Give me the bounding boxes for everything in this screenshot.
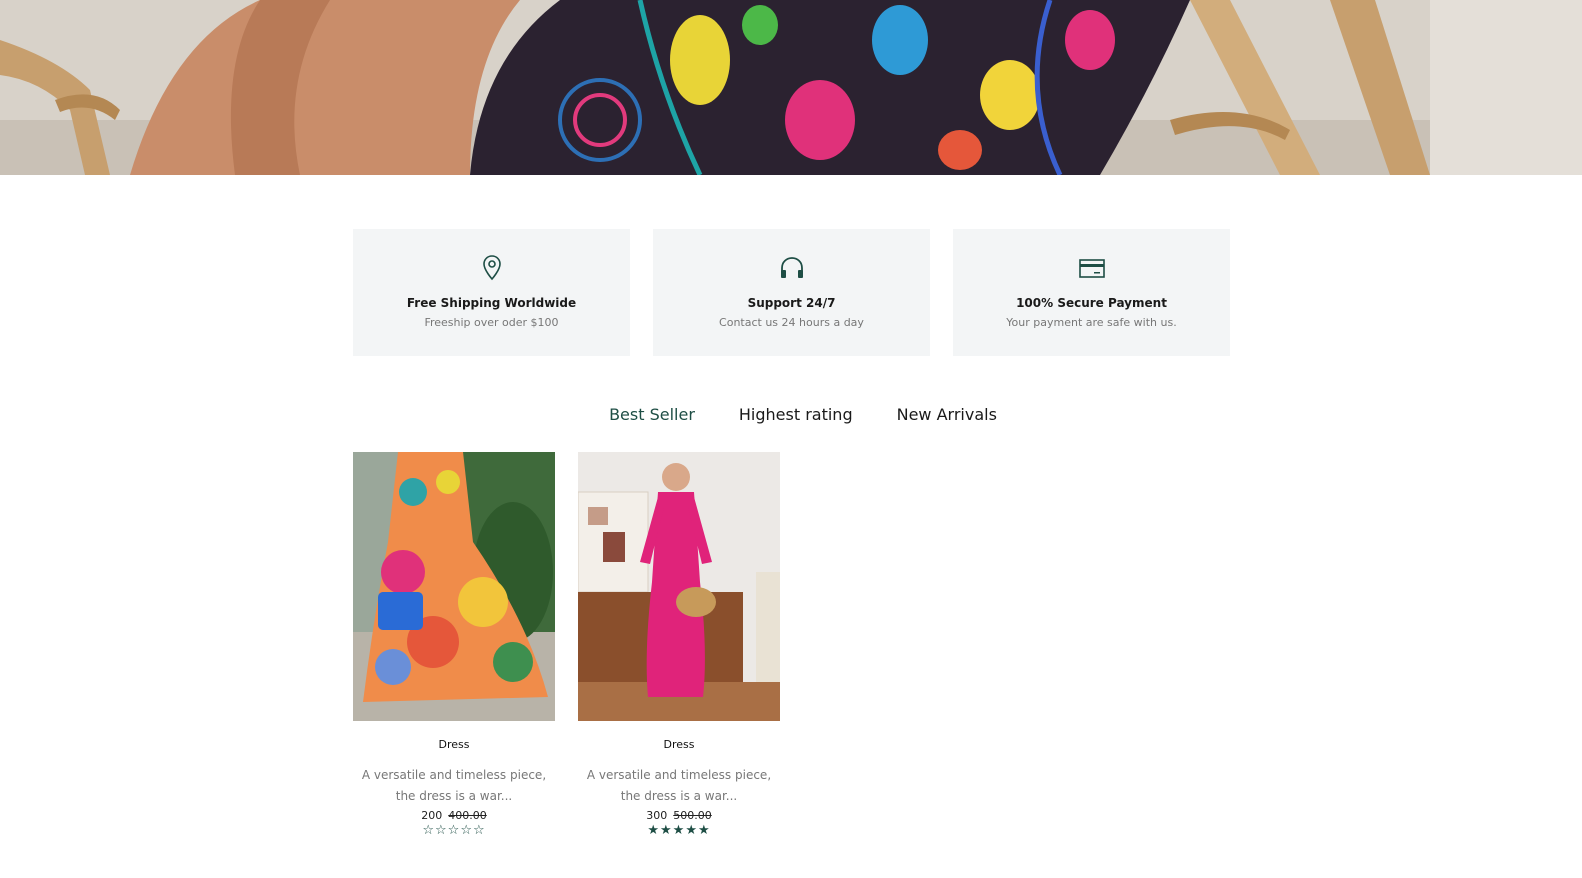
old-price: 500.00 bbox=[673, 809, 712, 822]
feature-title: 100% Secure Payment bbox=[1016, 296, 1167, 310]
feature-subtitle: Your payment are safe with us. bbox=[1006, 316, 1177, 329]
feature-support: Support 24/7 Contact us 24 hours a day bbox=[653, 229, 930, 356]
star-empty-icon: ☆ bbox=[422, 823, 436, 838]
star-empty-icon: ☆ bbox=[435, 823, 448, 838]
product-card[interactable]: Dress A versatile and timeless piece, th… bbox=[353, 452, 555, 838]
product-description: A versatile and timeless piece, the dres… bbox=[586, 768, 772, 803]
product-name[interactable]: Dress bbox=[353, 738, 555, 751]
tab-best-seller[interactable]: Best Seller bbox=[609, 405, 695, 424]
product-price: 300 500.00 bbox=[578, 809, 780, 822]
product-image[interactable] bbox=[578, 452, 780, 721]
product-price: 200 400.00 bbox=[353, 809, 555, 822]
tab-highest-rating[interactable]: Highest rating bbox=[739, 405, 853, 424]
headphones-icon bbox=[653, 254, 930, 282]
current-price: 200 bbox=[421, 809, 443, 822]
product-image[interactable] bbox=[353, 452, 555, 721]
star-filled-icon: ★ bbox=[672, 823, 686, 838]
star-empty-icon: ☆ bbox=[472, 823, 486, 838]
product-grid: Dress A versatile and timeless piece, th… bbox=[353, 452, 780, 838]
product-name[interactable]: Dress bbox=[578, 738, 780, 751]
star-filled-icon: ★ bbox=[647, 823, 661, 838]
rating-stars: ☆☆☆☆☆ bbox=[353, 824, 555, 838]
location-pin-icon bbox=[353, 254, 630, 282]
feature-title: Support 24/7 bbox=[747, 296, 836, 310]
tab-new-arrivals[interactable]: New Arrivals bbox=[897, 405, 997, 424]
features-row: Free Shipping Worldwide Freeship over od… bbox=[353, 229, 1230, 356]
feature-secure-payment: 100% Secure Payment Your payment are saf… bbox=[953, 229, 1230, 356]
credit-card-icon bbox=[953, 254, 1230, 282]
feature-free-shipping: Free Shipping Worldwide Freeship over od… bbox=[353, 229, 630, 356]
feature-subtitle: Freeship over oder $100 bbox=[424, 316, 559, 329]
star-filled-icon: ★ bbox=[660, 823, 673, 838]
product-description: A versatile and timeless piece, the dres… bbox=[361, 768, 547, 803]
rating-stars: ★★★★★ bbox=[578, 824, 780, 838]
feature-title: Free Shipping Worldwide bbox=[406, 296, 577, 310]
star-filled-icon: ★ bbox=[697, 823, 711, 838]
product-card[interactable]: Dress A versatile and timeless piece, th… bbox=[578, 452, 780, 838]
current-price: 300 bbox=[646, 809, 668, 822]
feature-subtitle: Contact us 24 hours a day bbox=[719, 316, 864, 329]
hero-image bbox=[0, 0, 1582, 175]
star-empty-icon: ☆ bbox=[460, 823, 473, 838]
star-filled-icon: ★ bbox=[685, 823, 698, 838]
old-price: 400.00 bbox=[448, 809, 487, 822]
product-tabs: Best Seller Highest rating New Arrivals bbox=[0, 405, 1582, 424]
star-empty-icon: ☆ bbox=[447, 823, 461, 838]
hero-banner bbox=[0, 0, 1582, 175]
